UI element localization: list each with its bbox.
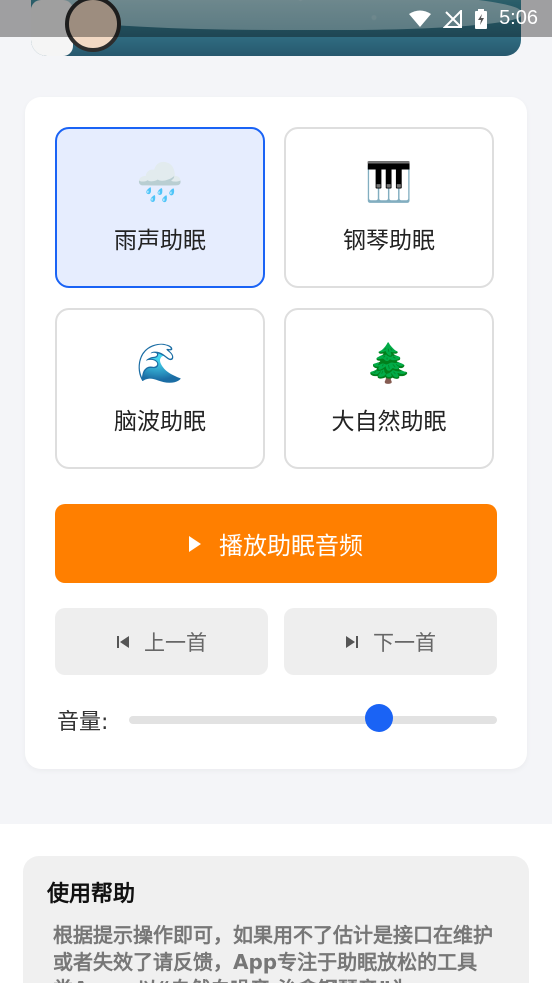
volume-slider-track[interactable] [129, 716, 497, 724]
option-label: 雨声助眠 [114, 228, 206, 254]
volume-slider-thumb[interactable] [365, 704, 394, 732]
volume-label: 音量: [57, 710, 109, 735]
option-rain[interactable]: 🌧️ 雨声助眠 [55, 127, 265, 288]
help-card: 使用帮助 根据提示操作即可，如果用不了估计是接口在维护或者失效了请反馈，App专… [23, 856, 529, 983]
option-brainwave[interactable]: 🌊 脑波助眠 [55, 308, 265, 469]
no-signal-icon [443, 9, 463, 28]
option-label: 脑波助眠 [114, 409, 206, 435]
wifi-icon [409, 10, 432, 27]
sleep-player-card: 🌧️ 雨声助眠 🎹 钢琴助眠 🌊 脑波助眠 🌲 大自然助眠 播放助眠音频 上一首 [25, 97, 527, 769]
option-piano[interactable]: 🎹 钢琴助眠 [284, 127, 494, 288]
skip-next-icon [346, 635, 358, 648]
play-button-label: 播放助眠音频 [219, 532, 363, 560]
status-bar: 5:06 [0, 0, 552, 37]
help-text: 根据提示操作即可，如果用不了估计是接口在维护或者失效了请反馈，App专注于助眠放… [53, 923, 493, 983]
status-time: 5:06 [499, 7, 538, 29]
next-track-label: 下一首 [373, 630, 436, 655]
play-audio-button[interactable]: 播放助眠音频 [55, 504, 497, 583]
wave-icon: 🌊 [136, 340, 184, 385]
previous-track-button[interactable]: 上一首 [55, 608, 268, 675]
option-label: 钢琴助眠 [343, 228, 435, 254]
option-nature[interactable]: 🌲 大自然助眠 [284, 308, 494, 469]
skip-previous-icon [117, 635, 129, 648]
option-label: 大自然助眠 [331, 409, 447, 435]
next-track-button[interactable]: 下一首 [284, 608, 497, 675]
rain-cloud-icon: 🌧️ [136, 159, 184, 204]
app-screen: 5:06 🌧️ 雨声助眠 🎹 钢琴助眠 🌊 脑波助眠 🌲 大自然助眠 播放助眠音… [0, 0, 552, 983]
help-title: 使用帮助 [47, 882, 136, 907]
battery-icon [475, 8, 488, 29]
tree-icon: 🌲 [365, 340, 413, 385]
previous-track-label: 上一首 [144, 630, 207, 655]
play-icon [189, 535, 201, 552]
piano-icon: 🎹 [365, 159, 413, 204]
